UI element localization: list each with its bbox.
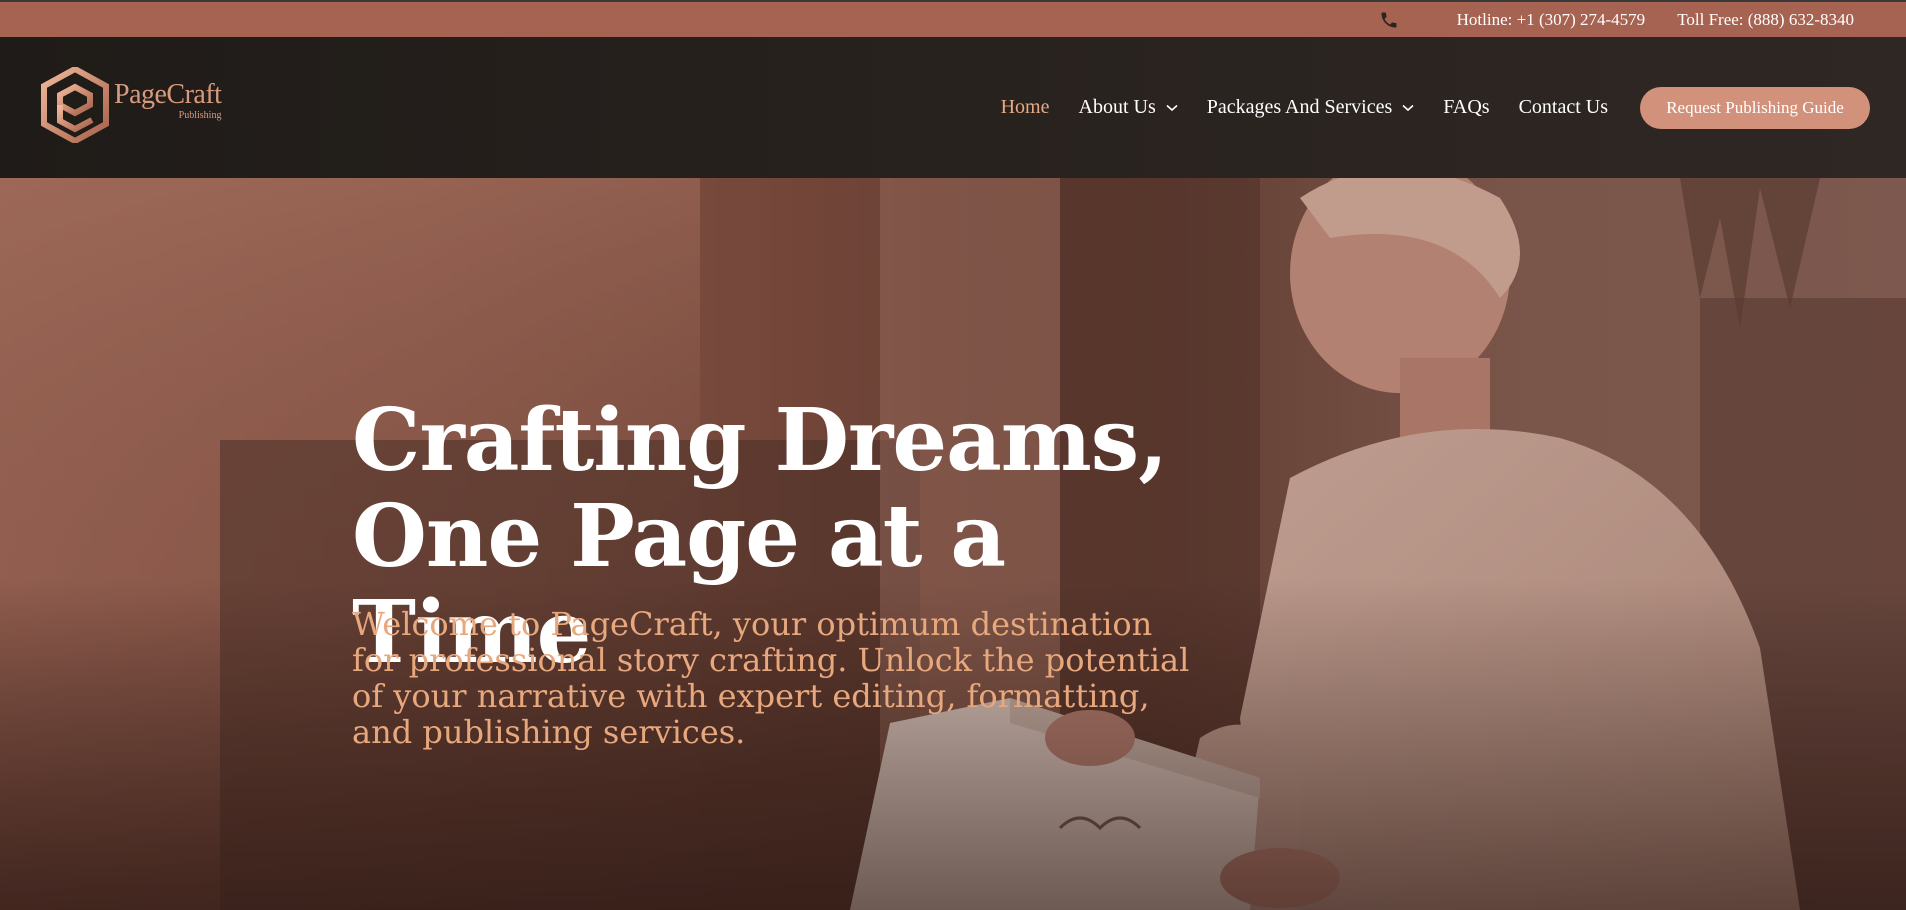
main-nav: Home About Us Packages And Services FAQs… xyxy=(1001,37,1608,178)
nav-item-about-us[interactable]: About Us xyxy=(1079,96,1178,119)
brand-name: PageCraft xyxy=(114,79,222,110)
logo-mark-icon xyxy=(41,67,109,143)
hero-text-line-2: for professional story crafting. Unlock … xyxy=(352,641,1190,679)
nav-item-label: FAQs xyxy=(1443,96,1490,118)
brand-logo[interactable]: PageCraft Publishing xyxy=(40,67,222,143)
chevron-down-icon xyxy=(1166,104,1178,112)
brand-subtitle: Publishing xyxy=(178,110,222,121)
hero-title-line-1: Crafting Dreams, xyxy=(352,390,1168,491)
toll-free-link[interactable]: Toll Free: (888) 632-8340 xyxy=(1677,10,1854,30)
phone-icon xyxy=(1379,10,1399,30)
nav-item-home[interactable]: Home xyxy=(1001,96,1050,119)
hero-text-line-3: of your narrative with expert editing, f… xyxy=(352,677,1150,715)
request-publishing-guide-button[interactable]: Request Publishing Guide xyxy=(1640,87,1870,129)
nav-item-contact-us[interactable]: Contact Us xyxy=(1519,96,1608,119)
site-header: PageCraft Publishing Home About Us Packa… xyxy=(0,37,1906,178)
hero-text-line-4: and publishing services. xyxy=(352,713,746,751)
nav-item-packages-and-services[interactable]: Packages And Services xyxy=(1207,96,1415,119)
hero-description: Welcome to PageCraft, your optimum desti… xyxy=(352,606,1202,750)
chevron-down-icon xyxy=(1402,104,1414,112)
hero-section: Crafting Dreams, One Page at a Time Welc… xyxy=(0,178,1906,910)
hotline-link[interactable]: Hotline: +1 (307) 274-4579 xyxy=(1457,10,1646,30)
nav-item-label: About Us xyxy=(1078,96,1156,118)
nav-item-label: Home xyxy=(1000,96,1050,118)
hero-text-line-1: Welcome to PageCraft, your optimum desti… xyxy=(352,605,1153,643)
top-contact-bar: Hotline: +1 (307) 274-4579 Toll Free: (8… xyxy=(0,0,1906,37)
nav-item-label: Packages And Services xyxy=(1206,96,1393,118)
nav-item-label: Contact Us xyxy=(1518,96,1608,118)
nav-item-faqs[interactable]: FAQs xyxy=(1443,96,1489,119)
